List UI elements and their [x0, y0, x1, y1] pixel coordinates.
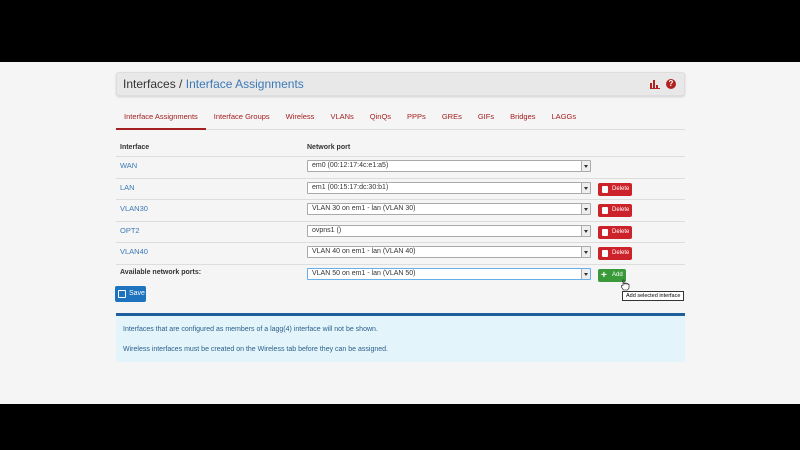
trash-icon: [602, 228, 608, 236]
floppy-disk-icon: [118, 290, 126, 298]
port-select-vlan30[interactable]: VLAN 30 on em1 - lan (VLAN 30): [307, 203, 591, 215]
trash-icon: [602, 250, 608, 257]
save-button[interactable]: Save: [115, 286, 146, 302]
chevron-down-icon: [581, 247, 590, 257]
trash-icon: [602, 207, 608, 214]
assignments-table: Interface Network port WAN em0 (00:12:17…: [116, 142, 685, 301]
tab-interface-groups[interactable]: Interface Groups: [206, 108, 278, 130]
interface-link-lan[interactable]: LAN: [120, 183, 135, 192]
chevron-down-icon: [581, 182, 590, 193]
interface-link-wan[interactable]: WAN: [120, 161, 137, 170]
info-line-lagg: Interfaces that are configured as member…: [123, 326, 378, 333]
breadcrumb: Interfaces / Interface Assignments: [123, 77, 304, 91]
breadcrumb-separator: /: [179, 77, 183, 91]
chevron-down-icon: [581, 268, 590, 279]
chevron-down-icon: [581, 161, 590, 171]
table-row: VLAN40 VLAN 40 on em1 - lan (VLAN 40) De…: [116, 242, 685, 264]
chevron-down-icon: [581, 225, 590, 236]
table-header: Interface Network port: [116, 142, 685, 156]
port-select-lan[interactable]: em1 (00:15:17:dc:30:b1): [307, 181, 591, 194]
table-row: LAN em1 (00:15:17:dc:30:b1) Delete: [116, 177, 685, 200]
port-select-opt2[interactable]: ovpns1 (): [307, 224, 591, 237]
tab-wireless[interactable]: Wireless: [278, 108, 323, 130]
breadcrumb-parent[interactable]: Interfaces: [123, 77, 176, 91]
letterbox-bottom: [0, 404, 800, 450]
interface-link-vlan30[interactable]: VLAN30: [120, 204, 148, 213]
table-row: OPT2 ovpns1 () Delete: [116, 220, 685, 243]
col-interface: Interface: [120, 144, 150, 151]
tab-interface-assignments[interactable]: Interface Assignments: [116, 108, 206, 130]
delete-button-opt2[interactable]: Delete: [598, 225, 632, 239]
page: Interfaces / Interface Assignments ? Int…: [0, 62, 800, 404]
tab-gres[interactable]: GREs: [434, 108, 470, 130]
available-ports-row: Available network ports: VLAN 50 on em1 …: [116, 263, 685, 301]
table-row: VLAN30 VLAN 30 on em1 - lan (VLAN 30) De…: [116, 199, 685, 221]
chevron-down-icon: [581, 204, 590, 214]
tab-ppps[interactable]: PPPs: [399, 108, 434, 130]
info-callout: Interfaces that are configured as member…: [116, 313, 685, 362]
trash-icon: [602, 185, 608, 193]
tab-bridges[interactable]: Bridges: [502, 108, 543, 130]
available-ports-select[interactable]: VLAN 50 on em1 - lan (VLAN 50): [307, 267, 591, 280]
delete-button-vlan30[interactable]: Delete: [598, 204, 632, 217]
interface-link-opt2[interactable]: OPT2: [120, 226, 140, 235]
table-row: WAN em0 (00:12:17:4c:e1:a5): [116, 156, 685, 178]
hand-cursor-icon: [621, 279, 630, 290]
info-line-wireless: Wireless interfaces must be created on t…: [123, 346, 388, 353]
tab-vlans[interactable]: VLANs: [322, 108, 361, 130]
tab-bar: Interface Assignments Interface Groups W…: [116, 108, 685, 130]
breadcrumb-current[interactable]: Interface Assignments: [186, 77, 304, 91]
available-ports-label: Available network ports:: [120, 268, 202, 276]
tab-qinqs[interactable]: QinQs: [362, 108, 399, 130]
add-tooltip: Add selected interface: [622, 290, 685, 301]
letterbox-top: [0, 0, 800, 62]
tab-laggs[interactable]: LAGGs: [544, 108, 585, 130]
bar-chart-icon[interactable]: [650, 79, 660, 89]
interface-link-vlan40[interactable]: VLAN40: [120, 247, 148, 256]
page-header: Interfaces / Interface Assignments ?: [116, 72, 685, 96]
tab-gifs[interactable]: GIFs: [470, 108, 502, 130]
delete-button-lan[interactable]: Delete: [598, 182, 632, 196]
delete-button-vlan40[interactable]: Delete: [598, 247, 632, 260]
port-select-vlan40[interactable]: VLAN 40 on em1 - lan (VLAN 40): [307, 246, 591, 258]
plus-icon: +: [601, 269, 607, 281]
col-network-port: Network port: [307, 144, 351, 151]
port-select-wan[interactable]: em0 (00:12:17:4c:e1:a5): [307, 160, 591, 172]
help-icon[interactable]: ?: [666, 79, 676, 89]
